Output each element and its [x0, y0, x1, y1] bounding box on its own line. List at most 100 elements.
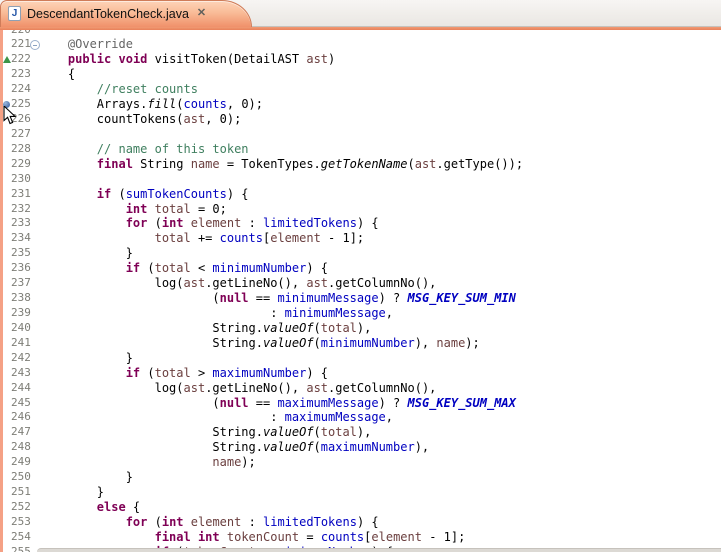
breakpoint-icon[interactable]: [3, 101, 10, 108]
fold-cell[interactable]: [30, 306, 39, 321]
marker-ruler-cell[interactable]: [3, 485, 11, 500]
fold-cell[interactable]: [30, 381, 39, 396]
marker-ruler-cell[interactable]: [3, 396, 11, 411]
fold-cell[interactable]: [30, 37, 39, 52]
line-number[interactable]: 229: [11, 157, 30, 172]
fold-cell[interactable]: [30, 336, 39, 351]
line-number[interactable]: 243: [11, 366, 30, 381]
code-line[interactable]: String.valueOf(maximumNumber),: [39, 440, 429, 455]
marker-ruler-cell[interactable]: [3, 52, 11, 67]
marker-ruler-cell[interactable]: [3, 545, 11, 552]
fold-cell[interactable]: [30, 52, 39, 67]
marker-ruler-cell[interactable]: [3, 306, 11, 321]
marker-ruler-cell[interactable]: [3, 530, 11, 545]
fold-cell[interactable]: [30, 455, 39, 470]
marker-ruler-cell[interactable]: [3, 97, 11, 112]
fold-cell[interactable]: [30, 187, 39, 202]
code-line[interactable]: String.valueOf(minimumNumber), name);: [39, 336, 480, 351]
marker-ruler-cell[interactable]: [3, 246, 11, 261]
code-line[interactable]: {: [39, 67, 75, 82]
line-number[interactable]: 254: [11, 530, 30, 545]
marker-ruler-cell[interactable]: [3, 82, 11, 97]
line-number[interactable]: 225: [11, 97, 30, 112]
fold-cell[interactable]: [30, 82, 39, 97]
code-line[interactable]: if (total < minimumNumber) {: [39, 261, 328, 276]
marker-ruler-cell[interactable]: [3, 216, 11, 231]
code-line[interactable]: }: [39, 351, 133, 366]
fold-cell[interactable]: [30, 410, 39, 425]
marker-ruler-cell[interactable]: [3, 202, 11, 217]
line-number[interactable]: 253: [11, 515, 30, 530]
code-line[interactable]: name);: [39, 455, 256, 470]
marker-ruler-cell[interactable]: [3, 172, 11, 187]
fold-cell[interactable]: [30, 485, 39, 500]
fold-cell[interactable]: [30, 530, 39, 545]
code-line[interactable]: }: [39, 246, 133, 261]
code-line[interactable]: Arrays.fill(counts, 0);: [39, 97, 263, 112]
code-line[interactable]: @Override: [39, 37, 133, 52]
code-line[interactable]: //reset counts: [39, 82, 198, 97]
fold-cell[interactable]: [30, 127, 39, 142]
fold-cell[interactable]: [30, 216, 39, 231]
marker-ruler-cell[interactable]: [3, 515, 11, 530]
line-number[interactable]: 224: [11, 82, 30, 97]
code-line[interactable]: }: [39, 485, 104, 500]
marker-ruler-cell[interactable]: [3, 30, 11, 37]
fold-cell[interactable]: [30, 246, 39, 261]
fold-cell[interactable]: [30, 202, 39, 217]
line-number[interactable]: 232: [11, 202, 30, 217]
fold-cell[interactable]: [30, 30, 39, 37]
line-number[interactable]: 246: [11, 410, 30, 425]
line-number[interactable]: 244: [11, 381, 30, 396]
line-number[interactable]: 223: [11, 67, 30, 82]
code-line[interactable]: String.valueOf(total),: [39, 321, 371, 336]
line-number[interactable]: 241: [11, 336, 30, 351]
fold-cell[interactable]: [30, 261, 39, 276]
line-number[interactable]: 220: [11, 30, 30, 37]
marker-ruler-cell[interactable]: [3, 261, 11, 276]
line-number[interactable]: 235: [11, 246, 30, 261]
code-line[interactable]: (null == minimumMessage) ? MSG_KEY_SUM_M…: [39, 291, 516, 306]
fold-cell[interactable]: [30, 291, 39, 306]
fold-cell[interactable]: [30, 396, 39, 411]
code-line[interactable]: public void visitToken(DetailAST ast): [39, 52, 335, 67]
line-number[interactable]: 222: [11, 52, 30, 67]
code-line[interactable]: int total = 0;: [39, 202, 227, 217]
code-line[interactable]: String.valueOf(total),: [39, 425, 371, 440]
code-line[interactable]: final String name = TokenTypes.getTokenN…: [39, 157, 523, 172]
line-number[interactable]: 251: [11, 485, 30, 500]
line-number[interactable]: 239: [11, 306, 30, 321]
fold-cell[interactable]: [30, 97, 39, 112]
tab-descendanttokencheck[interactable]: J DescendantTokenCheck.java ✕: [0, 0, 252, 27]
marker-ruler-cell[interactable]: [3, 351, 11, 366]
fold-cell[interactable]: [30, 470, 39, 485]
code-line[interactable]: // name of this token: [39, 142, 249, 157]
code-line[interactable]: log(ast.getLineNo(), ast.getColumnNo(),: [39, 276, 436, 291]
marker-ruler-cell[interactable]: [3, 455, 11, 470]
line-number[interactable]: 227: [11, 127, 30, 142]
code-line[interactable]: if (sumTokenCounts) {: [39, 187, 249, 202]
line-number[interactable]: 234: [11, 231, 30, 246]
fold-cell[interactable]: [30, 157, 39, 172]
fold-cell[interactable]: [30, 351, 39, 366]
marker-ruler-cell[interactable]: [3, 112, 11, 127]
marker-ruler-cell[interactable]: [3, 440, 11, 455]
line-number[interactable]: 250: [11, 470, 30, 485]
line-number[interactable]: 247: [11, 425, 30, 440]
code-line[interactable]: }: [39, 470, 133, 485]
code-line[interactable]: : maximumMessage,: [39, 410, 393, 425]
marker-ruler-cell[interactable]: [3, 276, 11, 291]
marker-ruler-cell[interactable]: [3, 37, 11, 52]
code-line[interactable]: : minimumMessage,: [39, 306, 393, 321]
line-number[interactable]: 237: [11, 276, 30, 291]
line-number[interactable]: 245: [11, 396, 30, 411]
line-number[interactable]: 230: [11, 172, 30, 187]
code-line[interactable]: for (int element : limitedTokens) {: [39, 515, 379, 530]
fold-cell[interactable]: [30, 366, 39, 381]
line-number[interactable]: 248: [11, 440, 30, 455]
line-number[interactable]: 231: [11, 187, 30, 202]
marker-ruler-cell[interactable]: [3, 187, 11, 202]
line-number[interactable]: 236: [11, 261, 30, 276]
line-number[interactable]: 242: [11, 351, 30, 366]
marker-ruler-cell[interactable]: [3, 366, 11, 381]
